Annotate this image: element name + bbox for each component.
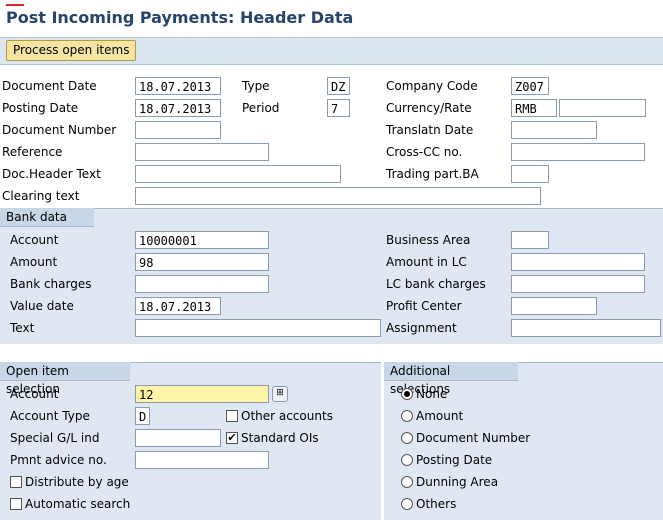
distribute-by-age-checkbox[interactable]	[10, 476, 22, 488]
trading-part-label: Trading part.BA	[386, 167, 479, 181]
lc-bank-charges-field[interactable]	[511, 275, 645, 293]
cross-cc-label: Cross-CC no.	[386, 145, 463, 159]
bank-charges-field[interactable]	[135, 275, 269, 293]
standard-ois-checkbox[interactable]: ✔	[226, 432, 238, 444]
radio-dunning-area[interactable]	[401, 476, 413, 488]
other-accounts-checkbox[interactable]	[226, 410, 238, 422]
document-number-field[interactable]	[135, 121, 221, 139]
company-code-label: Company Code	[386, 79, 478, 93]
clearing-text-field[interactable]	[135, 187, 541, 205]
assignment-label: Assignment	[386, 321, 457, 335]
radio-posting-date[interactable]	[401, 454, 413, 466]
value-date-label: Value date	[10, 299, 74, 313]
special-gl-label: Special G/L ind	[10, 431, 100, 445]
posting-date-field[interactable]: 18.07.2013	[135, 99, 221, 117]
document-date-label: Document Date	[2, 79, 97, 93]
amount-field[interactable]: 98	[135, 253, 269, 271]
account-type-field[interactable]: D	[135, 407, 150, 425]
search-help-icon[interactable]: ⊞	[272, 386, 288, 402]
period-field[interactable]: 7	[327, 99, 350, 117]
standard-ois-label: Standard OIs	[241, 431, 319, 445]
bank-charges-label: Bank charges	[10, 277, 92, 291]
lc-bank-charges-label: LC bank charges	[386, 277, 486, 291]
currency-rate-label: Currency/Rate	[386, 101, 472, 115]
text-field[interactable]	[135, 319, 381, 337]
trading-part-field[interactable]	[511, 165, 549, 183]
automatic-search-checkbox[interactable]	[10, 498, 22, 510]
period-label: Period	[242, 101, 280, 115]
radio-amount[interactable]	[401, 410, 413, 422]
pmnt-advice-label: Pmnt advice no.	[10, 453, 107, 467]
additional-selections-title: Additional selections	[384, 362, 518, 396]
process-open-items-button[interactable]: Process open items	[6, 40, 137, 61]
pmnt-advice-field[interactable]	[135, 451, 269, 469]
bank-data-title: Bank data	[0, 208, 94, 227]
doc-header-text-label: Doc.Header Text	[2, 167, 101, 181]
doc-header-text-field[interactable]	[135, 165, 341, 183]
assignment-field[interactable]	[511, 319, 661, 337]
radio-others[interactable]	[401, 498, 413, 510]
document-number-label: Document Number	[2, 123, 117, 137]
amount-lc-label: Amount in LC	[386, 255, 467, 269]
oi-account-field[interactable]: 12	[135, 385, 269, 403]
page-title: Post Incoming Payments: Header Data	[6, 8, 354, 27]
special-gl-field[interactable]	[135, 429, 221, 447]
business-area-field[interactable]	[511, 231, 549, 249]
amount-lc-field[interactable]	[511, 253, 645, 271]
radio-none-label: None	[416, 387, 448, 401]
radio-document-number-label: Document Number	[416, 431, 531, 445]
profit-center-field[interactable]	[511, 297, 597, 315]
automatic-search-label: Automatic search	[25, 497, 131, 511]
oi-account-label: Account	[10, 387, 59, 401]
radio-dunning-area-label: Dunning Area	[416, 475, 499, 489]
document-date-field[interactable]: 18.07.2013	[135, 77, 221, 95]
translatn-date-label: Translatn Date	[386, 123, 474, 137]
profit-center-label: Profit Center	[386, 299, 462, 313]
radio-document-number[interactable]	[401, 432, 413, 444]
other-accounts-label: Other accounts	[241, 409, 333, 423]
title-marker	[6, 4, 24, 6]
bank-account-label: Account	[10, 233, 59, 247]
exchange-rate-field[interactable]	[559, 99, 646, 117]
radio-others-label: Others	[416, 497, 457, 511]
radio-amount-label: Amount	[416, 409, 464, 423]
value-date-field[interactable]: 18.07.2013	[135, 297, 221, 315]
type-label: Type	[242, 79, 270, 93]
cross-cc-field[interactable]	[511, 143, 645, 161]
clearing-text-label: Clearing text	[2, 189, 80, 203]
distribute-by-age-label: Distribute by age	[25, 475, 129, 489]
open-item-selection-title: Open item selection	[0, 362, 130, 396]
translatn-date-field[interactable]	[511, 121, 597, 139]
currency-field[interactable]: RMB	[511, 99, 557, 117]
bank-account-field[interactable]: 10000001	[135, 231, 269, 249]
reference-label: Reference	[2, 145, 63, 159]
account-type-label: Account Type	[10, 409, 90, 423]
amount-label: Amount	[10, 255, 58, 269]
radio-none[interactable]	[401, 388, 413, 400]
business-area-label: Business Area	[386, 233, 471, 247]
type-field[interactable]: DZ	[327, 77, 350, 95]
reference-field[interactable]	[135, 143, 269, 161]
posting-date-label: Posting Date	[2, 101, 79, 115]
company-code-field[interactable]: Z007	[511, 77, 549, 95]
text-label: Text	[10, 321, 35, 335]
radio-posting-date-label: Posting Date	[416, 453, 493, 467]
